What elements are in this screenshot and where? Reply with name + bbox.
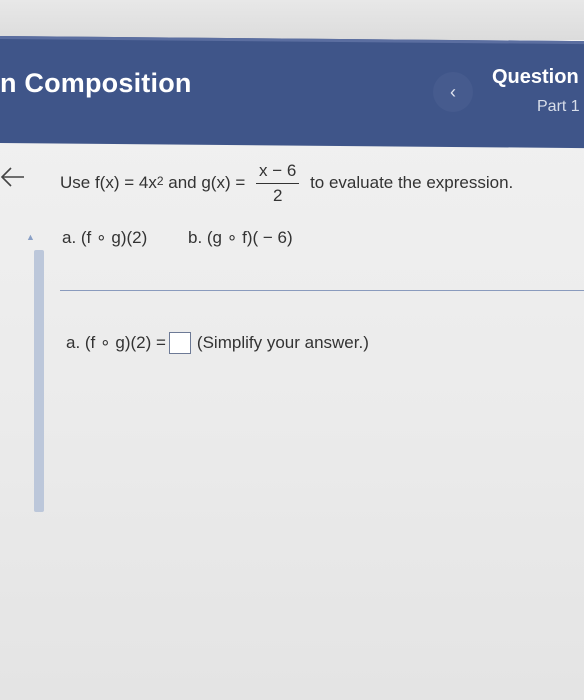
scrollbar[interactable]: ▲: [22, 232, 44, 514]
previous-question-button[interactable]: ‹: [433, 72, 473, 112]
scroll-up-icon[interactable]: ▲: [26, 232, 35, 242]
divider: [60, 290, 584, 291]
answer-prefix: a. (f ∘ g)(2) =: [66, 333, 166, 352]
fraction: x − 6 2: [256, 161, 300, 206]
answer-input[interactable]: [168, 332, 191, 354]
problem-mid: and g(x) =: [163, 173, 250, 192]
browser-top-strip: [0, 0, 584, 40]
part-label: Part 1: [537, 98, 580, 115]
problem-statement: Use f(x) = 4x 2 and g(x) = x − 6 2 to eva…: [60, 158, 513, 208]
answer-hint: (Simplify your answer.): [196, 333, 369, 352]
problem-parts: a. (f ∘ g)(2) b. (g ∘ f)( − 6): [62, 228, 329, 248]
part-b-label: b. (g ∘ f)( − 6): [188, 228, 293, 247]
page-title: n Composition: [0, 68, 192, 98]
fraction-denominator: 2: [272, 185, 283, 205]
scrollbar-thumb[interactable]: [34, 250, 44, 512]
part-a-label: a. (f ∘ g)(2): [62, 228, 148, 247]
chevron-left-icon: ‹: [450, 81, 456, 102]
fraction-numerator: x − 6: [256, 161, 300, 184]
back-arrow-icon[interactable]: [0, 164, 26, 190]
problem-exponent: 2: [156, 174, 164, 188]
problem-lead: Use f(x) = 4x: [60, 173, 157, 192]
question-label: Question: [492, 66, 579, 88]
problem-tail: to evaluate the expression.: [305, 173, 514, 192]
answer-row: a. (f ∘ g)(2) = (Simplify your answer.): [66, 332, 369, 354]
